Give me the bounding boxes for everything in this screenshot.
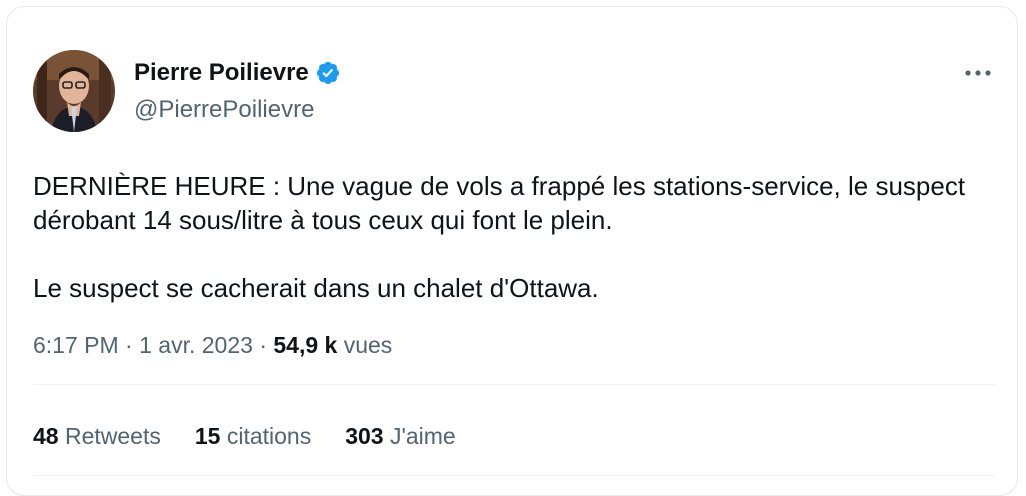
views-label: vues [343,332,393,358]
meta-separator: · [259,332,267,358]
quotes-label: citations [226,423,312,449]
tweet-text: DERNIÈRE HEURE : Une vague de vols a fra… [33,169,983,305]
author-name[interactable]: Pierre Poilievre [134,59,309,87]
views-count: 54,9 k [273,332,338,358]
more-options-icon[interactable] [961,60,995,86]
tweet-metadata: 6:17 PM · 1 avr. 2023 · 54,9 k vues [33,332,392,359]
tweet-card: Pierre Poilievre @PierrePoilievre DERNIÈ… [6,6,1018,496]
retweets-label: Retweets [64,423,161,449]
verified-badge-icon[interactable] [315,60,341,86]
likes-stat[interactable]: 303 J'aime [345,423,456,450]
retweets-stat[interactable]: 48 Retweets [33,423,161,450]
meta-separator: · [125,332,133,358]
quotes-count: 15 [194,423,221,449]
avatar[interactable] [33,50,115,132]
tweet-date[interactable]: 1 avr. 2023 [139,332,253,358]
engagement-stats: 48 Retweets 15 citations 303 J'aime [33,423,456,450]
likes-count: 303 [345,423,384,449]
divider [33,384,995,385]
likes-label: J'aime [389,423,456,449]
tweet-paragraph: Le suspect se cacherait dans un chalet d… [33,273,599,303]
quotes-stat[interactable]: 15 citations [195,423,311,450]
author-row: Pierre Poilievre [134,59,341,87]
tweet-time[interactable]: 6:17 PM [33,332,119,358]
tweet-paragraph: DERNIÈRE HEURE : Une vague de vols a fra… [33,171,966,235]
author-handle[interactable]: @PierrePoilievre [134,96,314,124]
retweets-count: 48 [33,423,59,449]
divider [33,475,995,476]
